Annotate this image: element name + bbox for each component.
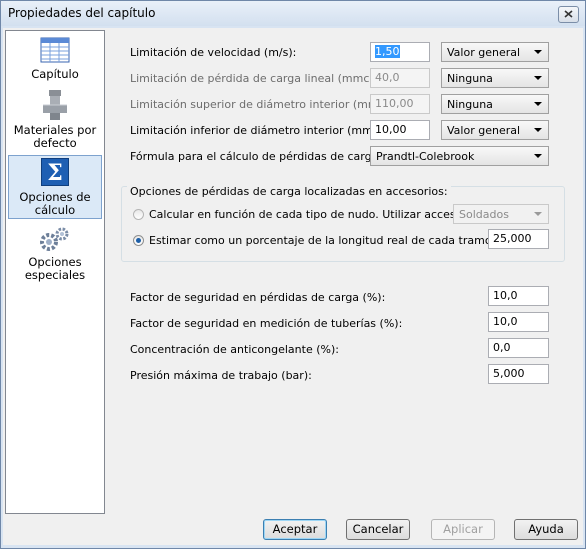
percentage-label: Estimar como un porcentaje de la longitu… — [149, 234, 518, 247]
max-diameter-limit-mode-select[interactable]: Ninguna — [441, 94, 549, 114]
sidebar-item-opciones-calculo[interactable]: Σ Opciones de cálculo — [8, 155, 102, 219]
window-title: Propiedades del capítulo — [8, 6, 156, 20]
sigma-icon: Σ — [41, 158, 69, 186]
safety-pipe-length-field[interactable]: 10,0 — [488, 312, 549, 332]
accept-button[interactable]: Aceptar — [263, 519, 327, 540]
chevron-down-icon — [534, 102, 542, 106]
sidebar-item-capitulo[interactable]: Capítulo — [8, 35, 102, 87]
node-type-label: Calcular en función de cada tipo de nudo… — [149, 208, 487, 221]
max-pressure-label: Presión máxima de trabajo (bar): — [130, 369, 312, 382]
close-icon — [564, 10, 573, 18]
sidebar-item-label: Opciones especiales — [24, 255, 86, 282]
table-icon — [40, 37, 70, 63]
localized-losses-title: Opciones de pérdidas de carga localizada… — [127, 185, 451, 198]
percentage-field[interactable]: 25,000 — [488, 229, 549, 249]
dialog-body: Capítulo Materiales por defecto Σ Opcion… — [3, 28, 583, 545]
antifreeze-field[interactable]: 0,0 — [488, 338, 549, 358]
sidebar-item-opciones-especiales[interactable]: Opciones especiales — [8, 223, 102, 285]
chevron-down-icon — [534, 76, 542, 80]
calculation-options-panel: Limitación de velocidad (m/s): 1,50 Valo… — [105, 30, 579, 512]
safety-pipe-length-label: Factor de seguridad en medición de tuber… — [130, 317, 403, 330]
velocity-limit-mode-select[interactable]: Valor general — [441, 42, 549, 62]
safety-head-loss-label: Factor de seguridad en pérdidas de carga… — [130, 291, 386, 304]
sidebar-item-materiales[interactable]: Materiales por defecto — [8, 89, 102, 153]
gears-icon — [40, 227, 69, 251]
title-bar[interactable]: Propiedades del capítulo — [1, 1, 585, 26]
head-loss-limit-mode-select[interactable]: Ninguna — [441, 68, 549, 88]
velocity-limit-label: Limitación de velocidad (m/s): — [130, 46, 297, 59]
velocity-limit-field[interactable]: 1,50 — [370, 42, 430, 62]
chevron-down-icon — [534, 50, 542, 54]
pipe-fitting-icon — [43, 90, 67, 120]
help-button[interactable]: Ayuda — [514, 519, 578, 540]
sidebar-item-label: Capítulo — [31, 67, 79, 81]
node-type-radio[interactable] — [133, 209, 144, 220]
min-diameter-limit-field[interactable]: 10,00 — [370, 120, 430, 140]
formula-select[interactable]: Prandtl-Colebrook — [370, 146, 549, 166]
antifreeze-label: Concentración de anticongelante (%): — [130, 343, 339, 356]
percentage-radio[interactable] — [133, 235, 144, 246]
sidebar-item-label: Materiales por defecto — [13, 123, 97, 150]
min-diameter-limit-mode-select[interactable]: Valor general — [441, 120, 549, 140]
apply-button[interactable]: Aplicar — [431, 519, 495, 540]
head-loss-limit-field[interactable]: 40,0 — [370, 68, 430, 88]
max-pressure-field[interactable]: 5,000 — [488, 364, 549, 384]
category-sidebar: Capítulo Materiales por defecto Σ Opcion… — [5, 30, 105, 514]
formula-label: Fórmula para el cálculo de pérdidas de c… — [130, 150, 383, 163]
max-diameter-limit-label: Limitación superior de diámetro interior… — [130, 98, 387, 111]
head-loss-limit-label: Limitación de pérdida de carga lineal (m… — [130, 72, 399, 85]
fittings-select[interactable]: Soldados — [453, 204, 549, 224]
max-diameter-limit-field[interactable]: 110,00 — [370, 94, 430, 114]
safety-head-loss-field[interactable]: 10,0 — [488, 286, 549, 306]
chevron-down-icon — [534, 154, 542, 158]
chevron-down-icon — [534, 212, 542, 216]
min-diameter-limit-label: Limitación inferior de diámetro interior… — [130, 124, 381, 137]
properties-dialog: Propiedades del capítulo Capítulo Materi… — [0, 0, 586, 549]
sidebar-item-label: Opciones de cálculo — [19, 190, 91, 217]
button-bar: Aceptar Cancelar Aplicar Ayuda — [3, 514, 583, 545]
cancel-button[interactable]: Cancelar — [346, 519, 410, 540]
close-button[interactable] — [558, 6, 579, 23]
chevron-down-icon — [534, 128, 542, 132]
svg-text:Σ: Σ — [47, 160, 63, 186]
